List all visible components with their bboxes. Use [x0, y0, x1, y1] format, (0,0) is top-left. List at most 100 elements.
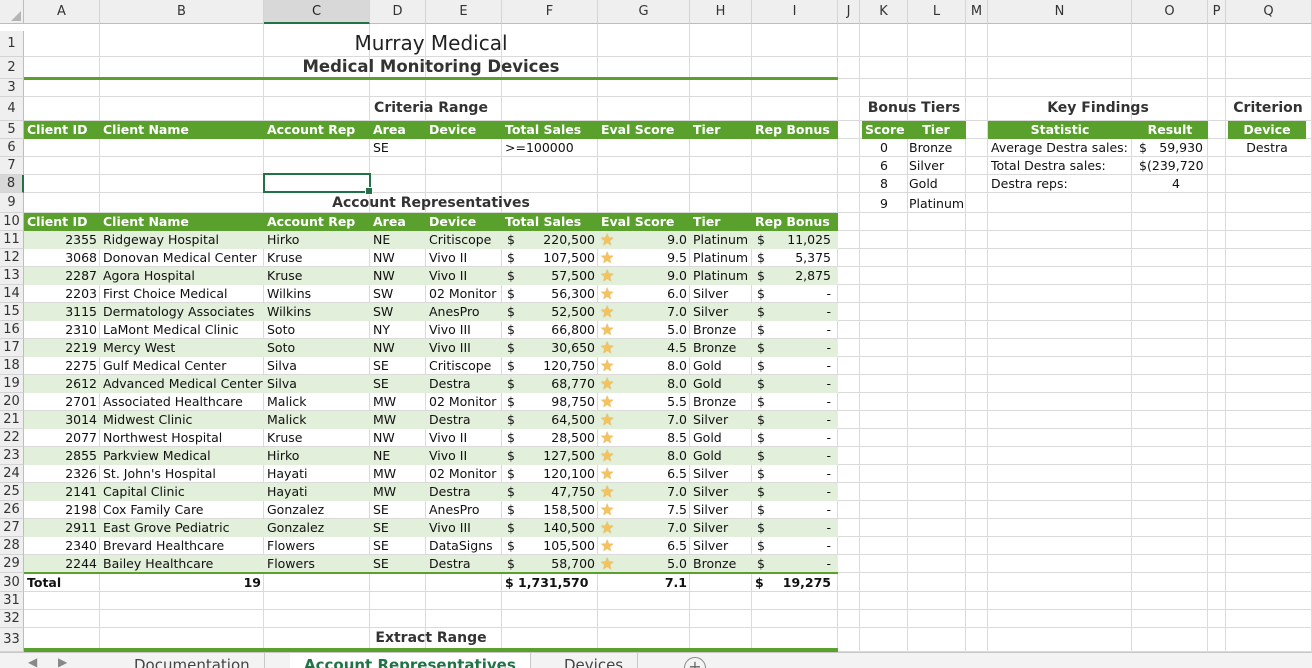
client-id[interactable]: 3014 [24, 411, 100, 429]
column-header-a[interactable]: A [24, 0, 100, 24]
total-sales[interactable]: 98,750 [520, 393, 598, 411]
column-header-c[interactable]: C [264, 0, 370, 24]
account-rep[interactable]: Malick [264, 411, 370, 429]
client-id[interactable]: 3068 [24, 249, 100, 267]
total-sales[interactable]: 120,100 [520, 465, 598, 483]
tier-score[interactable]: 8 [862, 175, 906, 193]
column-header-l[interactable]: L [908, 0, 966, 24]
rep-bonus[interactable]: - [770, 555, 834, 573]
area[interactable]: SW [370, 303, 426, 321]
eval-score[interactable]: 6.5 [620, 537, 690, 555]
eval-score[interactable]: 5.0 [620, 555, 690, 573]
criteria-area-value[interactable]: SE [370, 139, 426, 157]
tier[interactable]: Gold [690, 429, 752, 447]
tier[interactable]: Bronze [690, 339, 752, 357]
account-rep[interactable]: Malick [264, 393, 370, 411]
device[interactable]: 02 Monitor [426, 285, 502, 303]
account-rep[interactable]: Kruse [264, 249, 370, 267]
total-sales[interactable]: 140,500 [520, 519, 598, 537]
client-id[interactable]: 2355 [24, 231, 100, 249]
row-header-16[interactable]: 16 [0, 321, 24, 339]
plus-circle-icon[interactable]: + [684, 657, 706, 668]
client-id[interactable]: 2198 [24, 501, 100, 519]
total-sales[interactable]: 56,300 [520, 285, 598, 303]
row-header-5[interactable]: 5 [0, 121, 24, 139]
row-header-13[interactable]: 13 [0, 267, 24, 285]
client-name[interactable]: Advanced Medical Center [100, 375, 264, 393]
column-header-q[interactable]: Q [1226, 0, 1312, 24]
row-header-3[interactable]: 3 [0, 79, 24, 97]
client-name[interactable]: East Grove Pediatric [100, 519, 264, 537]
row-header-29[interactable]: 29 [0, 555, 24, 573]
device[interactable]: AnesPro [426, 501, 502, 519]
eval-score[interactable]: 5.5 [620, 393, 690, 411]
row-header-28[interactable]: 28 [0, 537, 24, 555]
device[interactable]: 02 Monitor [426, 465, 502, 483]
eval-score[interactable]: 7.0 [620, 411, 690, 429]
row-header-23[interactable]: 23 [0, 447, 24, 465]
area[interactable]: NE [370, 447, 426, 465]
spreadsheet-grid[interactable]: ABCDEFGHIJKLMNOPQ 1 2 3 4 5 6 7 8 9 10 11 12 13 14 15 1… [0, 0, 1312, 652]
account-rep[interactable]: Kruse [264, 267, 370, 285]
row-header-8[interactable]: 8 [0, 175, 24, 193]
device[interactable]: Destra [426, 375, 502, 393]
tier[interactable]: Silver [690, 411, 752, 429]
column-header-e[interactable]: E [426, 0, 502, 24]
rep-bonus[interactable]: - [770, 339, 834, 357]
area[interactable]: NW [370, 429, 426, 447]
column-header-i[interactable]: I [752, 0, 838, 24]
tier[interactable]: Bronze [690, 321, 752, 339]
area[interactable]: MW [370, 465, 426, 483]
row-header-21[interactable]: 21 [0, 411, 24, 429]
area[interactable]: SE [370, 537, 426, 555]
row-header-11[interactable]: 11 [0, 231, 24, 249]
client-name[interactable]: Dermatology Associates [100, 303, 264, 321]
active-cell-selection[interactable] [263, 173, 373, 195]
client-name[interactable]: St. John's Hospital [100, 465, 264, 483]
area[interactable]: MW [370, 483, 426, 501]
eval-score[interactable]: 7.0 [620, 519, 690, 537]
total-sales[interactable]: 127,500 [520, 447, 598, 465]
client-name[interactable]: Midwest Clinic [100, 411, 264, 429]
row-header-4[interactable]: 4 [0, 97, 24, 121]
rep-bonus[interactable]: - [770, 429, 834, 447]
tier-name[interactable]: Gold [906, 175, 966, 193]
tier-name[interactable]: Silver [906, 157, 966, 175]
row-header-31[interactable]: 31 [0, 592, 24, 610]
client-name[interactable]: First Choice Medical [100, 285, 264, 303]
row-header-22[interactable]: 22 [0, 429, 24, 447]
client-id[interactable]: 2340 [24, 537, 100, 555]
client-name[interactable]: Brevard Healthcare [100, 537, 264, 555]
account-rep[interactable]: Silva [264, 375, 370, 393]
row-header-26[interactable]: 26 [0, 501, 24, 519]
device[interactable]: Vivo II [426, 267, 502, 285]
row-header-33[interactable]: 33 [0, 628, 24, 652]
client-name[interactable]: LaMont Medical Clinic [100, 321, 264, 339]
account-rep[interactable]: Wilkins [264, 285, 370, 303]
total-sales[interactable]: 47,750 [520, 483, 598, 501]
rep-bonus[interactable]: - [770, 357, 834, 375]
client-name[interactable]: Northwest Hospital [100, 429, 264, 447]
client-name[interactable]: Parkview Medical [100, 447, 264, 465]
rep-bonus[interactable]: - [770, 537, 834, 555]
client-name[interactable]: Mercy West [100, 339, 264, 357]
column-header-h[interactable]: H [690, 0, 752, 24]
column-header-b[interactable]: B [100, 0, 264, 24]
column-header-k[interactable]: K [860, 0, 908, 24]
tier[interactable]: Platinum [690, 231, 752, 249]
criterion-value[interactable]: Destra [1228, 139, 1306, 157]
tier[interactable]: Platinum [690, 267, 752, 285]
rep-bonus[interactable]: - [770, 321, 834, 339]
rep-bonus[interactable]: 5,375 [770, 249, 834, 267]
result-value[interactable]: 4 [1146, 175, 1206, 193]
row-header-2[interactable]: 2 [0, 57, 24, 79]
tab-account-representatives[interactable]: Account Representatives [290, 653, 531, 668]
tier-name[interactable]: Bronze [906, 139, 966, 157]
row-header-25[interactable]: 25 [0, 483, 24, 501]
tier[interactable]: Silver [690, 285, 752, 303]
client-id[interactable]: 2855 [24, 447, 100, 465]
tier[interactable]: Silver [690, 483, 752, 501]
account-rep[interactable]: Wilkins [264, 303, 370, 321]
eval-score[interactable]: 8.0 [620, 447, 690, 465]
eval-score[interactable]: 7.5 [620, 501, 690, 519]
